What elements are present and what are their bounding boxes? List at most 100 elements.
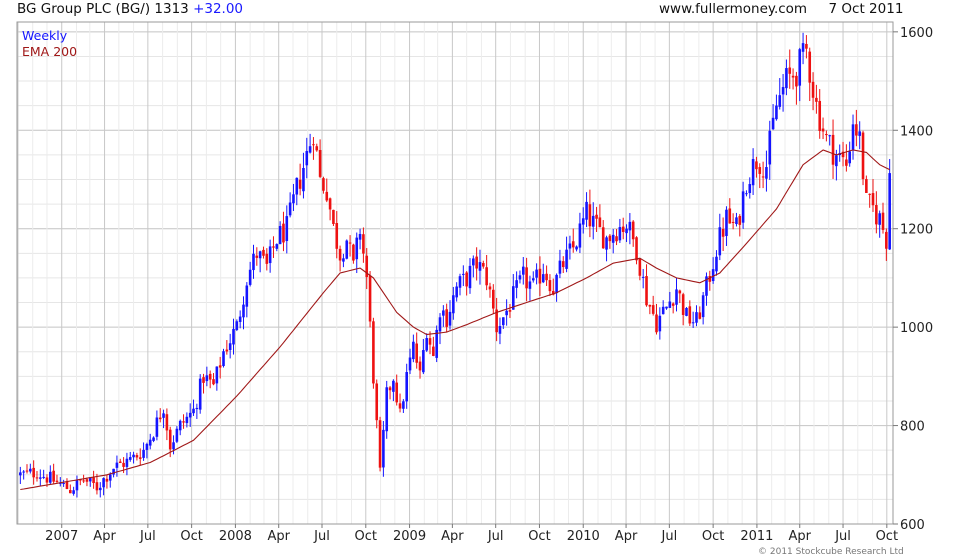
candle-body bbox=[575, 246, 578, 250]
candle-body bbox=[322, 178, 325, 191]
candle-body bbox=[641, 276, 645, 278]
candle-body bbox=[458, 276, 462, 288]
candle-body bbox=[625, 228, 628, 234]
candle-body bbox=[745, 193, 748, 195]
candle-body bbox=[385, 387, 389, 432]
y-tick-label: 1200 bbox=[900, 223, 933, 238]
candle-body bbox=[651, 305, 655, 314]
candle-body bbox=[348, 242, 352, 244]
x-tick-label: Oct bbox=[180, 529, 202, 544]
candle-body bbox=[25, 470, 29, 472]
candle-body bbox=[725, 209, 728, 237]
candle-body bbox=[195, 407, 199, 410]
candle-body bbox=[851, 124, 855, 150]
candle-body bbox=[428, 338, 432, 345]
candle-body bbox=[615, 236, 618, 242]
candle-body bbox=[755, 161, 758, 170]
y-tick-label: 800 bbox=[900, 420, 925, 435]
candle-body bbox=[115, 462, 119, 468]
candle-body bbox=[655, 314, 658, 333]
candle-body bbox=[145, 443, 149, 450]
candle-body bbox=[462, 273, 465, 275]
candle-body bbox=[315, 146, 319, 151]
candle-body bbox=[701, 295, 705, 318]
candle-body bbox=[245, 285, 249, 307]
candle-body bbox=[845, 159, 848, 166]
candle-body bbox=[125, 458, 129, 467]
candle-body bbox=[818, 100, 822, 131]
candle-body bbox=[325, 191, 329, 201]
candle-body bbox=[761, 176, 765, 178]
candle-body bbox=[731, 221, 735, 223]
candle-body bbox=[152, 437, 155, 441]
candle-body bbox=[448, 311, 452, 326]
candle-body bbox=[142, 449, 145, 458]
candle-body bbox=[858, 131, 861, 136]
candle-body bbox=[32, 467, 35, 478]
candle-body bbox=[508, 310, 512, 312]
candle-body bbox=[198, 378, 202, 410]
candle-body bbox=[415, 343, 418, 363]
candle-body bbox=[298, 179, 302, 189]
y-tick-label: 600 bbox=[900, 518, 925, 533]
candle-body bbox=[561, 261, 565, 268]
candle-body bbox=[721, 228, 725, 237]
candle-body bbox=[578, 223, 582, 248]
candle-body bbox=[345, 240, 349, 259]
candle-body bbox=[635, 237, 638, 261]
candle-body bbox=[601, 227, 605, 249]
x-tick-label: 2009 bbox=[393, 529, 426, 544]
candle-body bbox=[521, 266, 525, 275]
candle-body bbox=[272, 246, 275, 248]
candle-body bbox=[605, 237, 608, 250]
candle-body bbox=[222, 351, 225, 367]
candle-body bbox=[138, 457, 142, 459]
candle-body bbox=[775, 105, 778, 120]
candle-body bbox=[465, 272, 468, 287]
x-tick-label: Jul bbox=[834, 529, 851, 544]
candle-body bbox=[765, 167, 768, 179]
candle-body bbox=[212, 379, 215, 385]
candle-body bbox=[225, 349, 229, 352]
candle-body bbox=[168, 429, 172, 450]
candle-body bbox=[252, 253, 255, 271]
candle-body bbox=[155, 417, 159, 437]
candle-body bbox=[422, 350, 425, 373]
candle-body bbox=[378, 420, 382, 468]
candle-body bbox=[865, 179, 868, 193]
candle-body bbox=[65, 481, 69, 489]
candle-body bbox=[382, 429, 385, 468]
x-tick-label: Oct bbox=[702, 529, 724, 544]
candle-body bbox=[268, 246, 272, 264]
x-tick-label: Oct bbox=[355, 529, 377, 544]
candle-body bbox=[801, 43, 805, 52]
legend-ema: EMA 200 bbox=[22, 44, 77, 59]
candle-body bbox=[825, 133, 828, 136]
x-tick-label: Jul bbox=[661, 529, 678, 544]
x-tick-label: Jul bbox=[487, 529, 504, 544]
candles bbox=[19, 32, 891, 498]
candle-body bbox=[525, 267, 528, 289]
candle-body bbox=[318, 149, 322, 177]
candle-body bbox=[332, 209, 335, 224]
candle-body bbox=[871, 193, 875, 206]
candle-body bbox=[541, 274, 545, 283]
price-chart: 600 800 1000 1200 1400 1600 2007 Apr Jul Oct 2008… bbox=[16, 21, 933, 557]
candle-body bbox=[735, 217, 738, 225]
candle-body bbox=[831, 134, 835, 165]
candle-body bbox=[715, 256, 718, 272]
candle-body bbox=[621, 226, 625, 232]
candle-body bbox=[595, 214, 598, 219]
y-tick-label: 1000 bbox=[900, 321, 933, 336]
candle-body bbox=[312, 144, 315, 146]
candle-body bbox=[35, 477, 39, 479]
legend-weekly: Weekly bbox=[22, 28, 68, 43]
candle-body bbox=[588, 204, 592, 227]
candle-body bbox=[282, 223, 285, 243]
candle-body bbox=[185, 416, 189, 424]
candle-body bbox=[22, 471, 25, 473]
candle-body bbox=[398, 403, 402, 409]
candle-body bbox=[538, 268, 542, 284]
candle-body bbox=[305, 151, 309, 166]
candle-body bbox=[492, 289, 495, 309]
